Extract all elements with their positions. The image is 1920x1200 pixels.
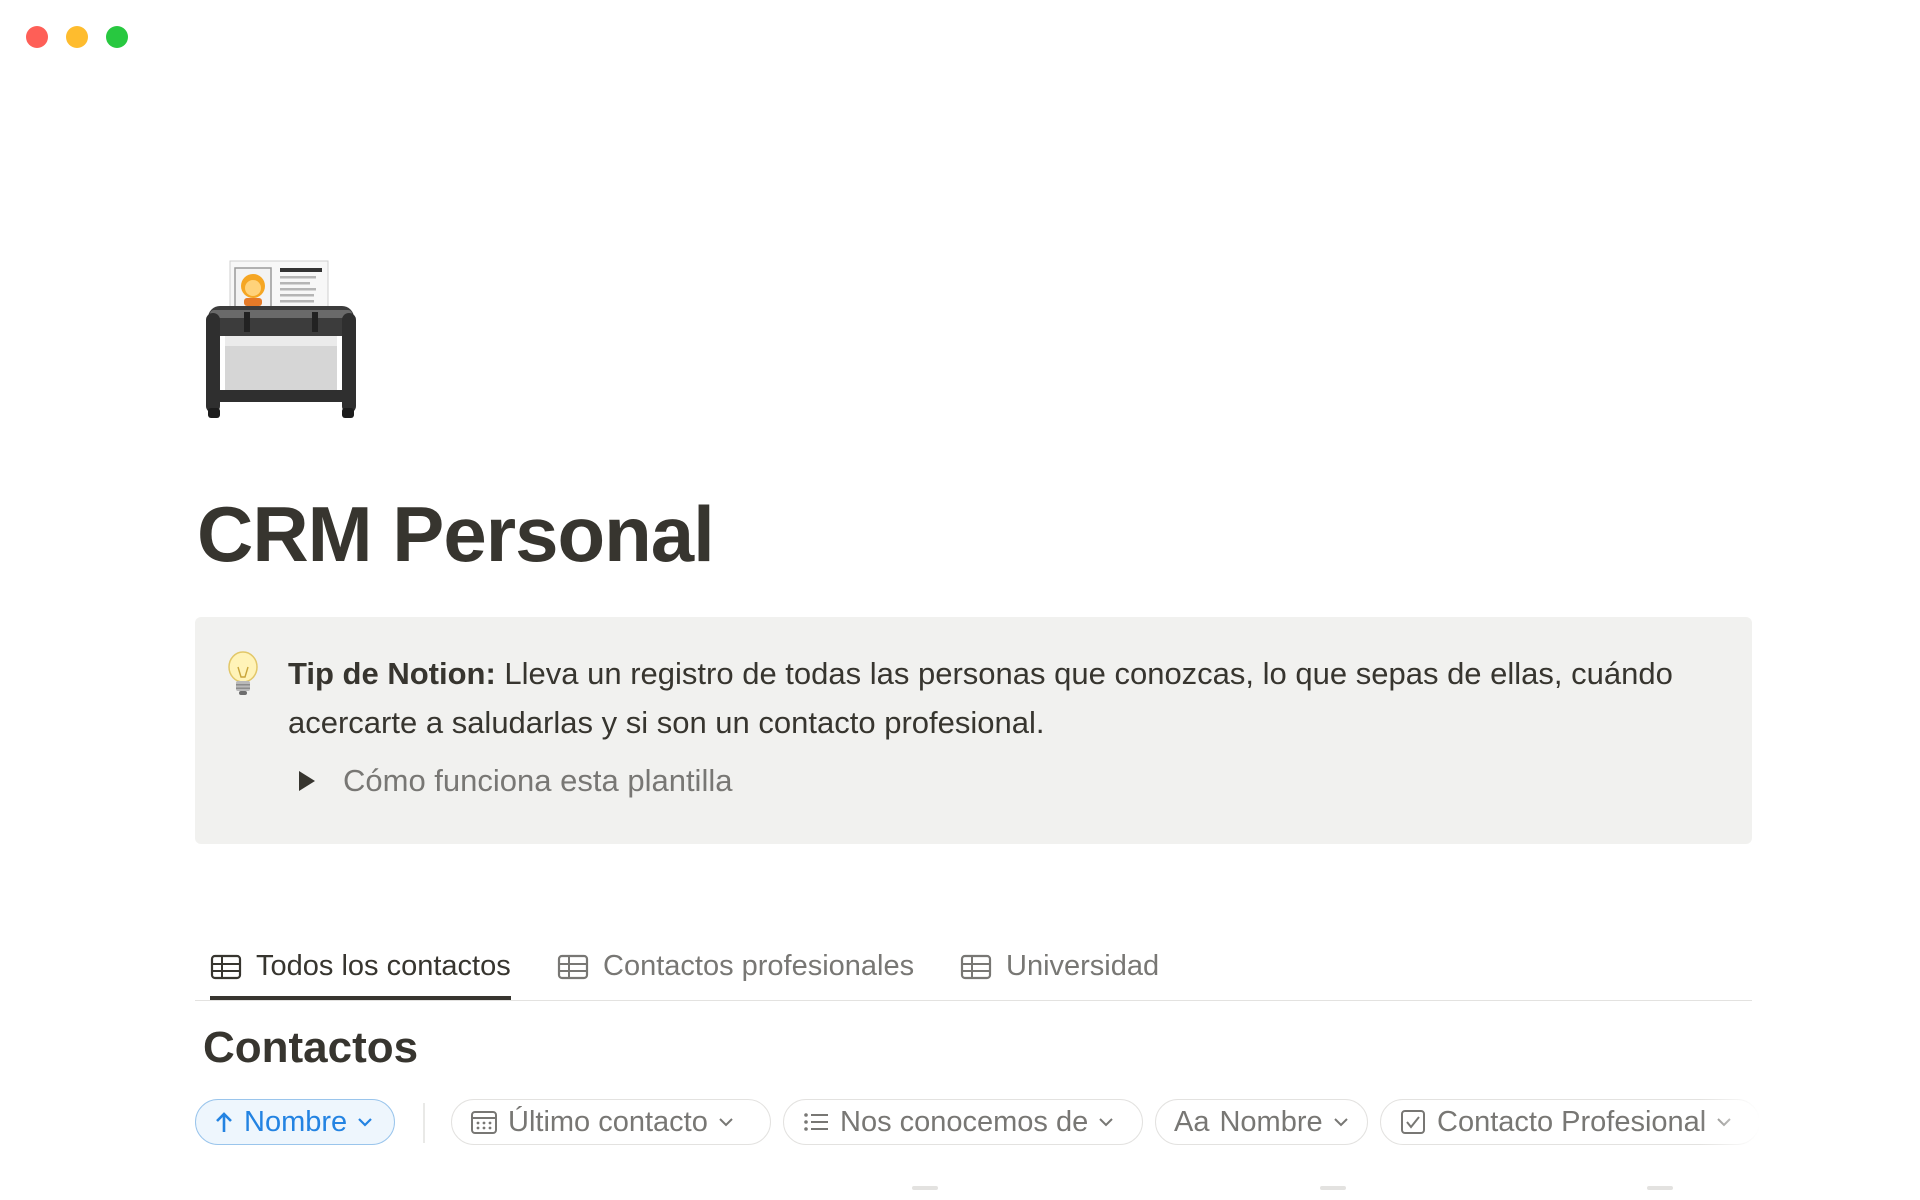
window-controls bbox=[26, 26, 128, 48]
database-title[interactable]: Contactos bbox=[203, 1026, 418, 1070]
zoom-window-button[interactable] bbox=[106, 26, 128, 48]
notion-window: CRM Personal Tip de Notion: Lleva un reg… bbox=[0, 0, 1920, 1200]
table-icon bbox=[557, 954, 589, 979]
tip-callout: Tip de Notion: Lleva un registro de toda… bbox=[195, 617, 1752, 844]
tab-label: Universidad bbox=[1006, 950, 1160, 982]
filter-divider bbox=[423, 1103, 425, 1143]
view-tabs: Todos los contactos Contactos profesiona… bbox=[195, 935, 1752, 1001]
checkbox-icon bbox=[1401, 1110, 1425, 1134]
callout-bold-label: Tip de Notion: bbox=[288, 656, 496, 691]
filter-bar-fade bbox=[1700, 1095, 1760, 1151]
filter-chip-ultimo-contacto[interactable]: Último contacto bbox=[451, 1099, 771, 1145]
table-icon bbox=[210, 954, 242, 979]
toggle-triangle-icon[interactable] bbox=[299, 771, 315, 791]
callout-text: Tip de Notion: Lleva un registro de toda… bbox=[288, 649, 1708, 747]
rolodex-icon[interactable] bbox=[200, 258, 360, 418]
toggle-label[interactable]: Cómo funciona esta plantilla bbox=[343, 763, 732, 799]
close-window-button[interactable] bbox=[26, 26, 48, 48]
column-header-icon bbox=[1647, 1186, 1673, 1190]
filter-chip-nos-conocemos-de[interactable]: Nos conocemos de bbox=[783, 1099, 1143, 1145]
page-title[interactable]: CRM Personal bbox=[197, 495, 715, 573]
chevron-down-icon bbox=[1333, 1118, 1348, 1127]
column-header-icon bbox=[1320, 1186, 1346, 1190]
filter-chip-label: Contacto Profesional bbox=[1437, 1105, 1707, 1138]
filter-chip-label: Último contacto bbox=[508, 1105, 708, 1138]
minimize-window-button[interactable] bbox=[66, 26, 88, 48]
sort-chip-label: Nombre bbox=[244, 1105, 348, 1138]
list-icon bbox=[804, 1113, 828, 1131]
callout-body: Lleva un registro de todas las personas … bbox=[288, 656, 1673, 740]
chevron-down-icon bbox=[719, 1118, 733, 1127]
sort-chip-nombre[interactable]: Nombre bbox=[195, 1099, 395, 1145]
filter-chip-nombre[interactable]: Aa Nombre bbox=[1155, 1099, 1368, 1145]
lightbulb-icon[interactable] bbox=[225, 651, 261, 697]
tab-universidad[interactable]: Universidad bbox=[960, 935, 1159, 998]
chevron-down-icon bbox=[1099, 1118, 1113, 1127]
arrow-up-icon bbox=[216, 1112, 232, 1132]
table-icon bbox=[960, 954, 992, 979]
template-toggle[interactable]: Cómo funciona esta plantilla bbox=[295, 763, 732, 799]
tab-contactos-profesionales[interactable]: Contactos profesionales bbox=[557, 935, 914, 998]
chevron-down-icon bbox=[358, 1118, 372, 1127]
column-header-icon bbox=[912, 1186, 938, 1190]
tab-label: Todos los contactos bbox=[256, 950, 511, 982]
filter-chip-label: Nombre bbox=[1219, 1105, 1323, 1138]
text-aa-icon: Aa bbox=[1174, 1105, 1210, 1138]
tab-todos-los-contactos[interactable]: Todos los contactos bbox=[210, 935, 511, 1000]
filter-bar: Nombre Último contacto Nos conocemos de … bbox=[195, 1099, 1760, 1147]
filter-chip-label: Nos conocemos de bbox=[840, 1105, 1089, 1138]
tab-label: Contactos profesionales bbox=[603, 950, 915, 982]
calendar-icon bbox=[471, 1111, 497, 1134]
